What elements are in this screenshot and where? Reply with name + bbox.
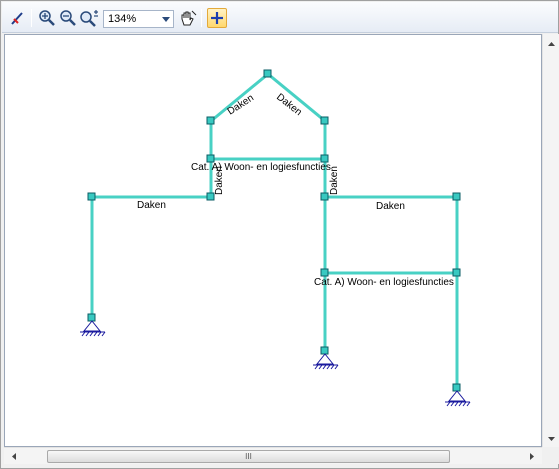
- zoom-value: 134%: [108, 13, 137, 25]
- scroll-grip: III: [245, 452, 252, 461]
- node[interactable]: [320, 346, 329, 355]
- node[interactable]: [263, 69, 272, 78]
- resize-grip-icon[interactable]: [542, 447, 559, 464]
- structure-editor-window: 134% Daken Daken Daken Daken Cat. A) Woo…: [0, 0, 559, 469]
- toolbar: 134%: [2, 2, 558, 33]
- chevron-down-icon[interactable]: [159, 11, 173, 27]
- load-label: Daken: [376, 201, 405, 212]
- node[interactable]: [87, 313, 96, 322]
- scroll-left-icon[interactable]: [6, 448, 22, 464]
- node[interactable]: [206, 192, 215, 201]
- horizontal-scrollbar[interactable]: III: [4, 447, 542, 464]
- zoom-out-icon[interactable]: [58, 8, 78, 28]
- node[interactable]: [320, 116, 329, 125]
- scroll-down-icon[interactable]: [543, 431, 559, 447]
- node[interactable]: [452, 192, 461, 201]
- fixed-support-icon[interactable]: [80, 320, 106, 337]
- fixed-support-icon[interactable]: [445, 390, 471, 407]
- scroll-up-icon[interactable]: [543, 36, 559, 52]
- load-label: Daken: [137, 200, 166, 211]
- pencil-icon[interactable]: [8, 8, 28, 28]
- node[interactable]: [320, 192, 329, 201]
- load-label: Cat. A) Woon- en logiesfuncties: [314, 277, 454, 288]
- node[interactable]: [206, 154, 215, 163]
- node[interactable]: [452, 268, 461, 277]
- node[interactable]: [320, 154, 329, 163]
- node[interactable]: [206, 116, 215, 125]
- vertical-scrollbar[interactable]: [542, 34, 559, 447]
- load-label: Daken: [274, 92, 304, 118]
- fixed-support-icon[interactable]: [313, 353, 339, 370]
- zoom-in-icon[interactable]: [37, 8, 57, 28]
- node[interactable]: [452, 383, 461, 392]
- horizontal-scroll-thumb[interactable]: III: [47, 450, 450, 463]
- toolbar-separator: [31, 9, 32, 27]
- node[interactable]: [87, 192, 96, 201]
- member-rafter[interactable]: [208, 71, 271, 124]
- zoom-fit-icon[interactable]: [79, 8, 99, 28]
- drawing-canvas[interactable]: Daken Daken Daken Daken Cat. A) Woon- en…: [4, 34, 542, 447]
- scroll-right-icon[interactable]: [524, 448, 540, 464]
- node[interactable]: [320, 268, 329, 277]
- toolbar-separator: [201, 9, 202, 27]
- add-node-icon[interactable]: [207, 8, 227, 28]
- structure-drawing[interactable]: Daken Daken Daken Daken Cat. A) Woon- en…: [5, 35, 542, 447]
- zoom-select[interactable]: 134%: [103, 10, 174, 28]
- pan-hand-icon[interactable]: [178, 8, 198, 28]
- load-label: Cat. A) Woon- en logiesfuncties: [191, 162, 331, 173]
